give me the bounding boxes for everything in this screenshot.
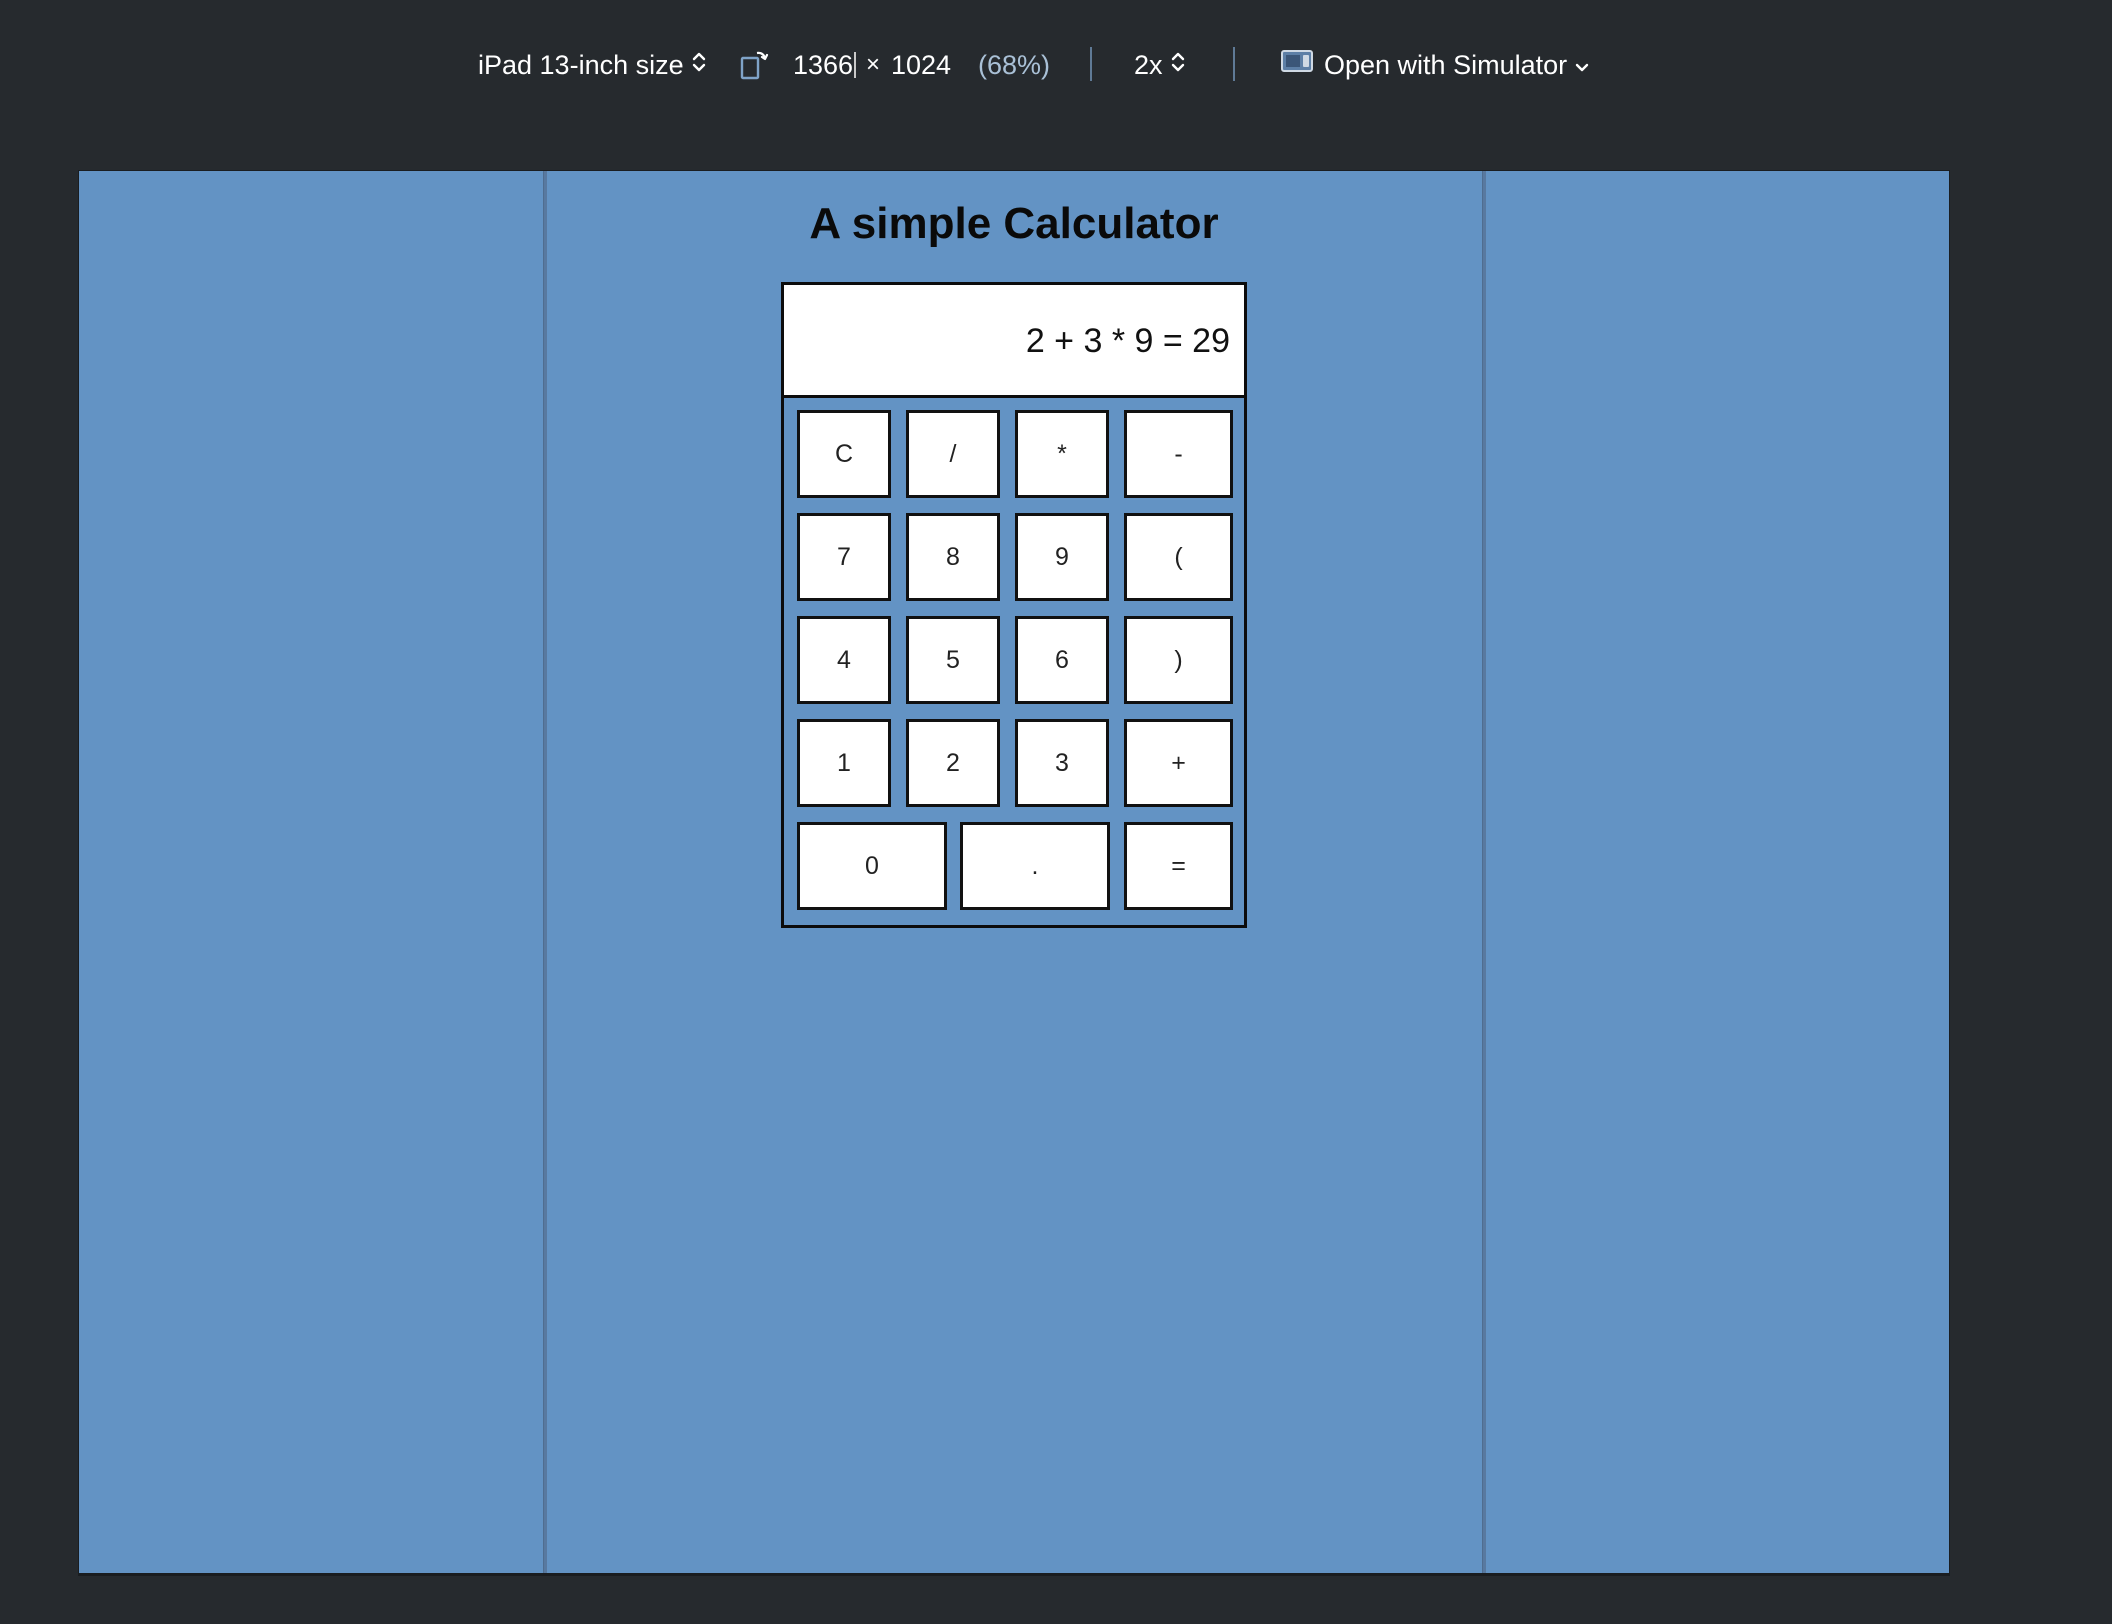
key-0[interactable]: 0 xyxy=(797,822,947,910)
key-clear[interactable]: C xyxy=(797,410,891,498)
calculator-keypad: C / * - 7 8 9(4 5 6) 1 2 3 +0. = xyxy=(797,410,1233,910)
calculator: 2 + 3 * 9 = 29 C / * - 7 8 9(4 5 6) 1 2 3 +0. = xyxy=(781,282,1247,928)
viewport-height-field[interactable]: 1024 xyxy=(891,46,951,84)
pixel-scale-label: 2x xyxy=(1134,50,1163,80)
key-7[interactable]: 7 xyxy=(797,513,891,601)
toolbar-divider xyxy=(1233,47,1235,81)
key-subtract[interactable]: - xyxy=(1124,410,1233,498)
device-size-select[interactable]: iPad 13-inch size xyxy=(478,46,706,84)
key-8[interactable]: 8 xyxy=(906,513,1000,601)
key-3[interactable]: 3 xyxy=(1015,719,1109,807)
open-with-simulator-label: Open with Simulator xyxy=(1324,50,1568,80)
key-1[interactable]: 1 xyxy=(797,719,891,807)
chevron-down-icon xyxy=(1575,46,1589,84)
key-5[interactable]: 5 xyxy=(906,616,1000,704)
calculator-display: 2 + 3 * 9 = 29 xyxy=(784,285,1244,398)
simulator-icon xyxy=(1280,46,1314,84)
rotate-device-icon[interactable] xyxy=(740,46,770,84)
key-equals[interactable]: = xyxy=(1124,822,1233,910)
device-size-label: iPad 13-inch size xyxy=(478,50,684,80)
key-close-paren[interactable]: ) xyxy=(1124,616,1233,704)
layout-guide-line xyxy=(543,171,547,1573)
pixel-scale-select[interactable]: 2x xyxy=(1134,46,1185,84)
viewport-width-field[interactable]: 1366 xyxy=(793,46,857,84)
dimension-separator: × xyxy=(866,51,881,78)
key-open-paren[interactable]: ( xyxy=(1124,513,1233,601)
layout-guide-line xyxy=(1482,171,1486,1573)
key-decimal[interactable]: . xyxy=(960,822,1110,910)
chevron-up-down-icon xyxy=(1171,46,1185,84)
text-cursor xyxy=(854,52,857,78)
open-with-simulator-button[interactable]: Open with Simulator xyxy=(1280,46,1589,84)
key-2[interactable]: 2 xyxy=(906,719,1000,807)
toolbar-divider xyxy=(1090,47,1092,81)
key-add[interactable]: + xyxy=(1124,719,1233,807)
page-title: A simple Calculator xyxy=(809,199,1219,248)
device-viewport: A simple Calculator 2 + 3 * 9 = 29 C / * - 7… xyxy=(78,170,1950,1574)
key-multiply[interactable]: * xyxy=(1015,410,1109,498)
key-4[interactable]: 4 xyxy=(797,616,891,704)
preview-toolbar: iPad 13-inch size 1366 × 1024 (68%) 2x O… xyxy=(0,0,2112,130)
key-divide[interactable]: / xyxy=(906,410,1000,498)
key-6[interactable]: 6 xyxy=(1015,616,1109,704)
viewport-width-value: 1366 xyxy=(793,50,854,80)
zoom-percentage: (68%) xyxy=(978,50,1051,80)
key-9[interactable]: 9 xyxy=(1015,513,1109,601)
chevron-up-down-icon xyxy=(692,46,706,84)
